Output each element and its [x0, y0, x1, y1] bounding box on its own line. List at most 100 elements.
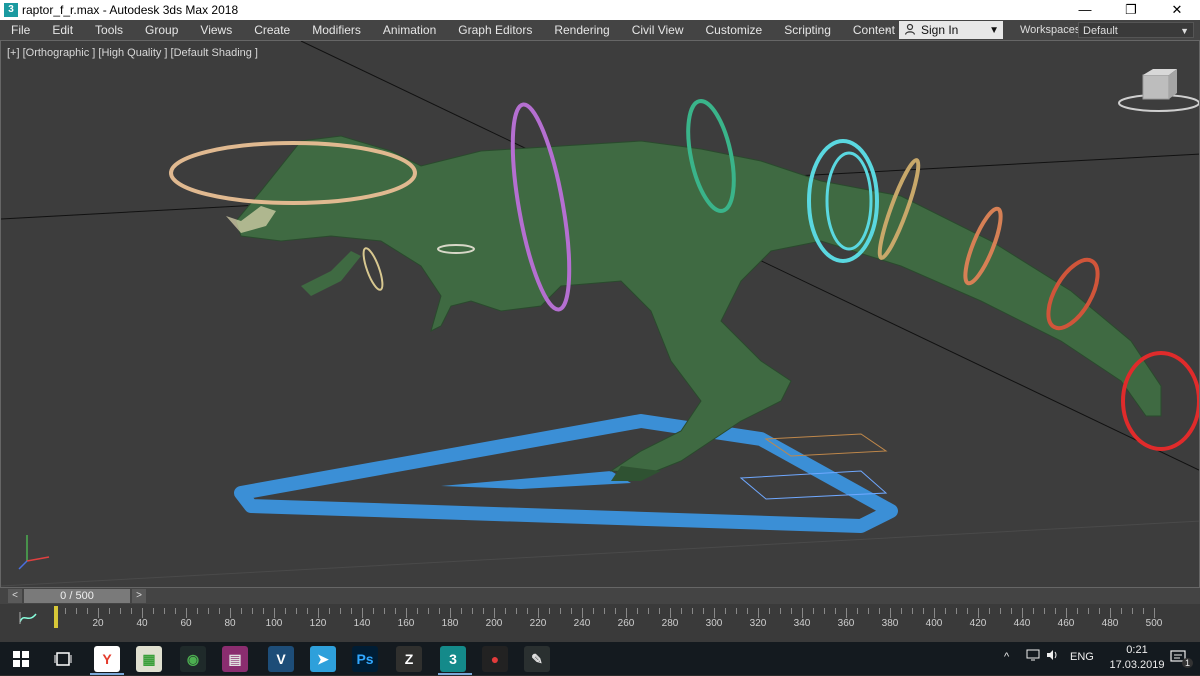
frame-tick [901, 608, 902, 614]
frame-tick [989, 608, 990, 614]
frame-tick-label: 100 [265, 618, 283, 629]
frame-tick-label: 240 [573, 618, 591, 629]
frame-tick [549, 608, 550, 614]
menu-create[interactable]: Create [243, 20, 301, 40]
photoshop-icon[interactable]: Ps [352, 646, 378, 672]
frame-tick [87, 608, 88, 614]
frame-tick [483, 608, 484, 614]
frame-tick [934, 608, 935, 618]
language-indicator[interactable]: ENG [1070, 651, 1094, 663]
frame-tick [384, 608, 385, 614]
clock-time[interactable]: 0:21 [1113, 644, 1161, 656]
menu-views[interactable]: Views [189, 20, 243, 40]
viewport-label[interactable]: [+] [Orthographic ] [High Quality ] [Def… [7, 47, 258, 59]
menu-group[interactable]: Group [134, 20, 189, 40]
track-bar[interactable]: 20 40 60 80 100 120 140 160 180 200 220 240 260 280 30… [0, 604, 1200, 642]
spreadsheet-icon[interactable]: ▦ [136, 646, 162, 672]
minimize-button[interactable]: — [1062, 0, 1108, 20]
paint-icon[interactable]: ✎ [524, 646, 550, 672]
axis-gizmo-icon [18, 535, 50, 570]
telegram-icon[interactable]: ➤ [310, 646, 336, 672]
menu-graph-editors[interactable]: Graph Editors [447, 20, 543, 40]
clock-date[interactable]: 17.03.2019 [1101, 659, 1173, 671]
frame-tick [571, 608, 572, 614]
frame-tick-label: 180 [441, 618, 459, 629]
chevron-up-icon[interactable]: ^ [1004, 651, 1009, 663]
sign-in-dropdown[interactable]: Sign In ▼ [899, 21, 1003, 39]
menu-overflow-icon[interactable]: » [885, 20, 897, 40]
3dsmax-icon[interactable]: 3 [440, 646, 466, 672]
menu-tools[interactable]: Tools [84, 20, 134, 40]
frame-tick [923, 608, 924, 614]
windows-start-icon[interactable] [8, 646, 34, 672]
volume-icon[interactable] [1046, 649, 1060, 664]
close-button[interactable]: ✕ [1154, 0, 1200, 20]
workspaces-value: Default [1083, 25, 1118, 37]
frame-tick [780, 608, 781, 614]
notification-count: 1 [1182, 658, 1194, 668]
frame-tick [835, 608, 836, 614]
frame-tick-label: 420 [969, 618, 987, 629]
frame-tick-label: 60 [180, 618, 192, 629]
task-view-icon[interactable] [50, 646, 76, 672]
frame-tick [604, 608, 605, 614]
winrar-icon[interactable]: ▤ [222, 646, 248, 672]
next-frame-button[interactable]: > [132, 589, 146, 603]
frame-tick [417, 608, 418, 614]
frame-tick [516, 608, 517, 614]
current-frame-marker[interactable] [54, 606, 58, 628]
v-app-icon[interactable]: V [268, 646, 294, 672]
frame-tick [296, 608, 297, 614]
frame-tick [857, 608, 858, 614]
frame-tick-label: 340 [793, 618, 811, 629]
frame-tick [373, 608, 374, 614]
chevron-down-icon: ▼ [1180, 26, 1189, 36]
workspaces-select[interactable]: Default ▼ [1078, 22, 1194, 38]
menu-rendering[interactable]: Rendering [543, 20, 620, 40]
frame-tick [868, 608, 869, 614]
yandex-browser-icon[interactable]: Y [94, 646, 120, 672]
monitor-icon[interactable] [1026, 649, 1040, 664]
frame-tick [1044, 608, 1045, 614]
maps-icon[interactable]: ◉ [180, 646, 206, 672]
previous-frame-button[interactable]: < [8, 589, 22, 603]
frame-ruler[interactable]: 20 40 60 80 100 120 140 160 180 200 220 240 260 280 30… [54, 604, 1162, 642]
frame-tick [1033, 608, 1034, 614]
recorder-icon[interactable]: ● [482, 646, 508, 672]
3dsmax-app-icon[interactable]: 3 [4, 3, 18, 17]
menu-civil-view[interactable]: Civil View [621, 20, 695, 40]
orthographic-viewport[interactable]: [+] [Orthographic ] [High Quality ] [Def… [0, 40, 1200, 588]
frame-tick [351, 608, 352, 614]
menu-file[interactable]: File [0, 20, 41, 40]
viewcube-icon[interactable] [1118, 69, 1199, 112]
frame-tick [186, 608, 187, 618]
time-slider[interactable]: 0 / 500 [24, 589, 130, 603]
mini-curve-editor-icon[interactable] [14, 610, 42, 634]
frame-tick-label: 320 [749, 618, 767, 629]
frame-tick-label: 480 [1101, 618, 1119, 629]
ground-control-shape[interactable] [234, 414, 898, 533]
frame-tick [637, 608, 638, 614]
menu-modifiers[interactable]: Modifiers [301, 20, 372, 40]
user-icon [903, 23, 917, 38]
frame-tick [263, 608, 264, 614]
raptor-model[interactable] [226, 135, 1162, 481]
zbrush-icon[interactable]: Z [396, 646, 422, 672]
frame-tick [219, 608, 220, 614]
frame-tick-label: 380 [881, 618, 899, 629]
menu-customize[interactable]: Customize [695, 20, 774, 40]
menu-edit[interactable]: Edit [41, 20, 84, 40]
frame-tick [164, 608, 165, 614]
menu-scripting[interactable]: Scripting [773, 20, 842, 40]
frame-tick [879, 608, 880, 614]
frame-tick [406, 608, 407, 618]
frame-tick [736, 608, 737, 614]
frame-tick [681, 608, 682, 614]
frame-tick-label: 440 [1013, 618, 1031, 629]
restore-button[interactable]: ❐ [1108, 0, 1154, 20]
menu-animation[interactable]: Animation [372, 20, 447, 40]
frame-tick [626, 608, 627, 618]
frame-tick [978, 608, 979, 618]
frame-tick [967, 608, 968, 614]
frame-tick [197, 608, 198, 614]
